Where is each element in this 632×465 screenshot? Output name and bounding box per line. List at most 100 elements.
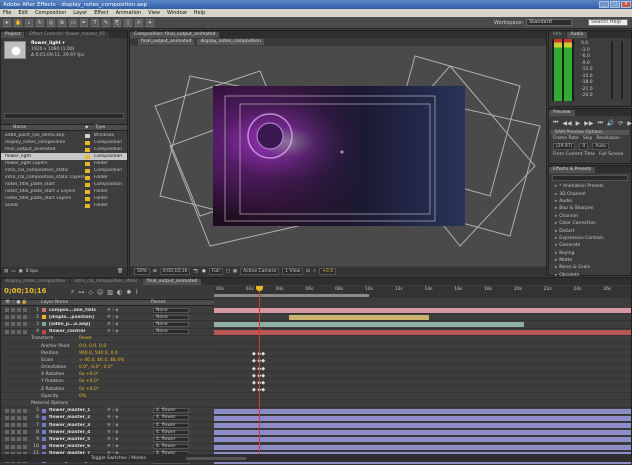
resolution-select[interactable]: Full: [208, 268, 223, 275]
switch-box[interactable]: [5, 315, 9, 320]
delete-icon[interactable]: 🗑: [117, 269, 123, 274]
effects-category[interactable]: Expression Controls: [549, 235, 631, 242]
camera-tool-icon[interactable]: ◎: [47, 18, 55, 27]
shy-icon[interactable]: ☺: [97, 289, 103, 296]
switch-box[interactable]: [17, 423, 21, 428]
parent-select[interactable]: None: [153, 321, 189, 327]
layer-row[interactable]: 4 flower_control ✱ / ◆ None: [1, 329, 214, 336]
menu-file[interactable]: File: [3, 10, 11, 16]
workspace-select[interactable]: Standard: [526, 19, 572, 26]
region-of-interest-icon[interactable]: ▢: [226, 269, 230, 274]
menu-window[interactable]: Window: [167, 10, 187, 16]
bit-depth-toggle[interactable]: 8 bpc: [26, 269, 38, 274]
transform-property[interactable]: Z Rotation 0x +0.0°: [1, 386, 214, 394]
switch-box[interactable]: [17, 315, 21, 320]
menu-animation[interactable]: Animation: [116, 10, 142, 16]
label-color-swatch[interactable]: [85, 154, 90, 159]
switch-box[interactable]: [5, 322, 9, 327]
timeline-tracks[interactable]: ◆ ◆◆ ◆ ◆◆ ◆ ◆◆ ◆ ◆◆ ◆ ◆◆ ◆ ◆◆: [214, 307, 631, 465]
layer-label-color[interactable]: [42, 423, 46, 428]
hand-tool-icon[interactable]: ✋: [14, 18, 22, 27]
effects-category[interactable]: Keying: [549, 250, 631, 257]
layer-duration-bar[interactable]: [289, 315, 429, 321]
exposure-value[interactable]: +0.0: [319, 268, 337, 275]
project-item[interactable]: display_notes_composition Composition: [1, 139, 127, 146]
effects-category[interactable]: Generate: [549, 242, 631, 249]
switch-box[interactable]: [11, 329, 15, 334]
eraser-tool-icon[interactable]: ◊: [124, 18, 132, 27]
toggle-switches-modes[interactable]: Toggle Switches / Modes: [91, 456, 146, 461]
transform-property[interactable]: Opacity 0%: [1, 393, 214, 401]
zoom-select[interactable]: 50%: [134, 268, 151, 275]
switch-box[interactable]: [17, 444, 21, 449]
switch-box[interactable]: [23, 437, 27, 442]
breadcrumb-display-notes[interactable]: display_notes_composition: [197, 38, 264, 45]
layer-name[interactable]: flower_master_5: [49, 437, 107, 442]
switch-box[interactable]: [17, 437, 21, 442]
volume-slider-right[interactable]: [621, 41, 623, 99]
layer-row[interactable]: 8 flower_master_4 ✱ / ◆ 4. flower: [1, 429, 214, 437]
transparency-grid-icon[interactable]: ▦: [233, 269, 237, 274]
label-color-swatch[interactable]: [85, 161, 90, 166]
property-value[interactable]: 0x +0.0°: [79, 387, 99, 392]
tab-effects-presets[interactable]: Effects & Presets: [549, 167, 596, 173]
brainstorm-icon[interactable]: ✺: [126, 289, 131, 296]
switch-box[interactable]: [23, 444, 27, 449]
layer-mode-switches[interactable]: ✱ / ◆: [107, 430, 153, 435]
current-time-indicator-head[interactable]: [256, 286, 263, 291]
layer-row[interactable]: 1 compos...ane_falls ✱ / ◆ None: [1, 307, 214, 315]
property-value[interactable]: 0.0°, 0.0°, 0.0°: [79, 365, 113, 370]
loop-icon[interactable]: ⟳: [618, 120, 623, 127]
switch-box[interactable]: [11, 322, 15, 327]
layer-row[interactable]: 7 flower_master_3 ✱ / ◆ 4. flower: [1, 422, 214, 430]
transform-property[interactable]: Anchor Point 0.0, 0.0, 0.0: [1, 343, 214, 351]
parent-select[interactable]: 4. flower: [153, 408, 189, 414]
layer-name[interactable]: flower_master_6: [49, 444, 107, 449]
project-item[interactable]: flower_light Layers Folder: [1, 160, 127, 167]
property-value[interactable]: 0.0, 0.0, 0.0: [79, 344, 106, 349]
transform-group[interactable]: Transform Reset: [1, 336, 214, 343]
effects-category[interactable]: Color Correction: [549, 220, 631, 227]
new-folder-icon[interactable]: ▭: [11, 269, 15, 274]
switch-box[interactable]: [23, 315, 27, 320]
maximize-button[interactable]: □: [610, 1, 620, 8]
parent-select[interactable]: 4. flower: [153, 429, 189, 435]
effects-category[interactable]: Distort: [549, 227, 631, 234]
label-color-swatch[interactable]: [85, 182, 90, 187]
layer-label-color[interactable]: [42, 444, 46, 449]
menu-view[interactable]: View: [148, 10, 160, 16]
layer-label-color[interactable]: [42, 415, 46, 420]
menu-edit[interactable]: Edit: [18, 10, 28, 16]
layer-row[interactable]: 9 flower_master_5 ✱ / ◆ 4. flower: [1, 436, 214, 444]
layer-switches[interactable]: [1, 308, 29, 313]
snapshot-icon[interactable]: 📷: [193, 269, 199, 274]
project-item[interactable]: notes_title_plate_start 2 Layers Folder: [1, 188, 127, 195]
close-button[interactable]: ×: [621, 1, 631, 8]
puppet-tool-icon[interactable]: ✦: [146, 18, 154, 27]
layer-switches[interactable]: [1, 408, 29, 413]
layer-name[interactable]: flower_master_3: [49, 423, 107, 428]
property-value[interactable]: ∞ 46.4, 46.4, 46.4%: [79, 358, 124, 363]
project-item[interactable]: Solids Folder: [1, 202, 127, 209]
camera-select[interactable]: Active Camera: [240, 268, 280, 275]
column-parent[interactable]: Parent: [151, 300, 165, 305]
label-color-swatch[interactable]: [85, 203, 90, 208]
clone-stamp-tool-icon[interactable]: ⎘: [113, 18, 121, 27]
pen-tool-icon[interactable]: ✒: [80, 18, 88, 27]
motion-blur-icon[interactable]: ◐: [117, 289, 122, 296]
transform-property[interactable]: X Rotation 0x +0.0°: [1, 372, 214, 379]
transform-property[interactable]: Scale ∞ 46.4, 46.4, 46.4%: [1, 357, 214, 365]
menu-layer[interactable]: Layer: [73, 10, 87, 16]
switch-box[interactable]: [23, 408, 27, 413]
switch-box[interactable]: [11, 444, 15, 449]
layer-duration-bar[interactable]: [214, 308, 631, 313]
project-item[interactable]: adbe_point_rpo_demo.aep Windows: [1, 132, 127, 139]
full-screen-checkbox[interactable]: Full Screen: [599, 152, 624, 157]
layer-row[interactable]: 6 flower_master_2 ✱ / ◆ 4. flower: [1, 415, 214, 422]
prev-frame-icon[interactable]: ◀◀: [562, 120, 571, 127]
tab-preview[interactable]: Preview: [549, 110, 575, 116]
switch-box[interactable]: [11, 437, 15, 442]
layer-name[interactable]: [displa...position]: [49, 315, 107, 320]
parent-select[interactable]: None: [153, 329, 189, 335]
layer-name[interactable]: flower_master_2: [49, 415, 107, 420]
